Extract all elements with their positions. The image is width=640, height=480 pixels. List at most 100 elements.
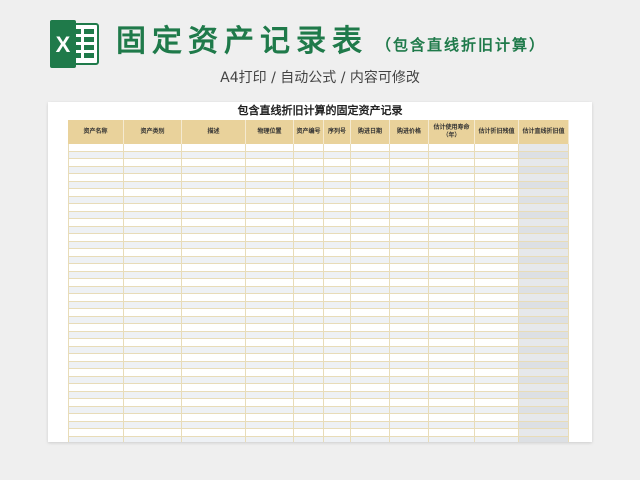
table-cell[interactable]	[390, 286, 429, 293]
table-cell[interactable]	[246, 421, 294, 428]
table-cell[interactable]	[390, 249, 429, 256]
table-cell[interactable]	[124, 346, 182, 353]
table-cell[interactable]	[351, 324, 390, 331]
table-cell[interactable]	[68, 166, 124, 173]
table-cell[interactable]	[124, 294, 182, 301]
table-cell[interactable]	[429, 301, 475, 308]
table-cell[interactable]	[246, 181, 294, 188]
table-cell[interactable]	[351, 241, 390, 248]
table-cell[interactable]	[475, 301, 519, 308]
table-cell[interactable]	[246, 271, 294, 278]
table-cell[interactable]	[246, 219, 294, 226]
table-cell[interactable]	[429, 421, 475, 428]
table-cell[interactable]	[475, 346, 519, 353]
table-cell[interactable]	[429, 189, 475, 196]
table-cell[interactable]	[519, 256, 569, 263]
table-cell[interactable]	[429, 264, 475, 271]
table-cell[interactable]	[519, 331, 569, 338]
table-cell[interactable]	[68, 219, 124, 226]
table-cell[interactable]	[390, 219, 429, 226]
table-cell[interactable]	[68, 316, 124, 323]
table-cell[interactable]	[246, 211, 294, 218]
table-cell[interactable]	[475, 249, 519, 256]
table-cell[interactable]	[390, 331, 429, 338]
table-cell[interactable]	[324, 249, 351, 256]
table-cell[interactable]	[429, 399, 475, 406]
table-cell[interactable]	[182, 294, 246, 301]
table-cell[interactable]	[475, 271, 519, 278]
table-cell[interactable]	[475, 324, 519, 331]
table-cell[interactable]	[429, 151, 475, 158]
table-cell[interactable]	[390, 189, 429, 196]
table-cell[interactable]	[429, 414, 475, 421]
table-cell[interactable]	[124, 331, 182, 338]
table-cell[interactable]	[390, 204, 429, 211]
table-cell[interactable]	[68, 339, 124, 346]
table-cell[interactable]	[294, 196, 324, 203]
table-cell[interactable]	[351, 309, 390, 316]
table-cell[interactable]	[519, 414, 569, 421]
table-cell[interactable]	[429, 271, 475, 278]
table-cell[interactable]	[390, 211, 429, 218]
table-cell[interactable]	[246, 234, 294, 241]
table-cell[interactable]	[351, 339, 390, 346]
table-cell[interactable]	[294, 339, 324, 346]
column-header-asset-name[interactable]: 资产名称	[68, 120, 124, 144]
table-cell[interactable]	[351, 256, 390, 263]
table-cell[interactable]	[68, 264, 124, 271]
table-cell[interactable]	[351, 189, 390, 196]
table-cell[interactable]	[182, 354, 246, 361]
table-cell[interactable]	[246, 436, 294, 442]
table-cell[interactable]	[294, 331, 324, 338]
table-cell[interactable]	[294, 174, 324, 181]
table-cell[interactable]	[324, 406, 351, 413]
table-cell[interactable]	[246, 414, 294, 421]
table-cell[interactable]	[68, 301, 124, 308]
table-cell[interactable]	[324, 181, 351, 188]
table-cell[interactable]	[390, 144, 429, 151]
table-cell[interactable]	[182, 219, 246, 226]
table-cell[interactable]	[68, 279, 124, 286]
table-cell[interactable]	[390, 421, 429, 428]
column-header-useful-life[interactable]: 估计使用寿命 （年）	[429, 120, 475, 144]
table-cell[interactable]	[68, 256, 124, 263]
table-cell[interactable]	[182, 309, 246, 316]
table-cell[interactable]	[68, 324, 124, 331]
table-cell[interactable]	[475, 256, 519, 263]
table-cell[interactable]	[519, 166, 569, 173]
table-cell[interactable]	[475, 309, 519, 316]
table-cell[interactable]	[475, 369, 519, 376]
table-cell[interactable]	[519, 159, 569, 166]
table-cell[interactable]	[68, 376, 124, 383]
table-cell[interactable]	[351, 384, 390, 391]
table-cell[interactable]	[390, 151, 429, 158]
table-cell[interactable]	[475, 219, 519, 226]
table-cell[interactable]	[390, 339, 429, 346]
table-cell[interactable]	[124, 406, 182, 413]
table-cell[interactable]	[294, 189, 324, 196]
table-cell[interactable]	[475, 384, 519, 391]
table-cell[interactable]	[519, 429, 569, 436]
table-cell[interactable]	[294, 166, 324, 173]
table-cell[interactable]	[124, 211, 182, 218]
table-cell[interactable]	[475, 151, 519, 158]
table-cell[interactable]	[294, 264, 324, 271]
table-cell[interactable]	[519, 339, 569, 346]
table-cell[interactable]	[351, 391, 390, 398]
table-cell[interactable]	[390, 399, 429, 406]
table-cell[interactable]	[475, 339, 519, 346]
table-cell[interactable]	[475, 181, 519, 188]
table-cell[interactable]	[124, 226, 182, 233]
table-cell[interactable]	[294, 144, 324, 151]
table-cell[interactable]	[294, 406, 324, 413]
table-cell[interactable]	[475, 414, 519, 421]
table-cell[interactable]	[68, 271, 124, 278]
column-header-description[interactable]: 描述	[182, 120, 246, 144]
table-cell[interactable]	[519, 346, 569, 353]
table-cell[interactable]	[324, 241, 351, 248]
table-cell[interactable]	[294, 279, 324, 286]
table-cell[interactable]	[429, 196, 475, 203]
table-cell[interactable]	[124, 279, 182, 286]
table-cell[interactable]	[390, 436, 429, 442]
table-cell[interactable]	[182, 166, 246, 173]
